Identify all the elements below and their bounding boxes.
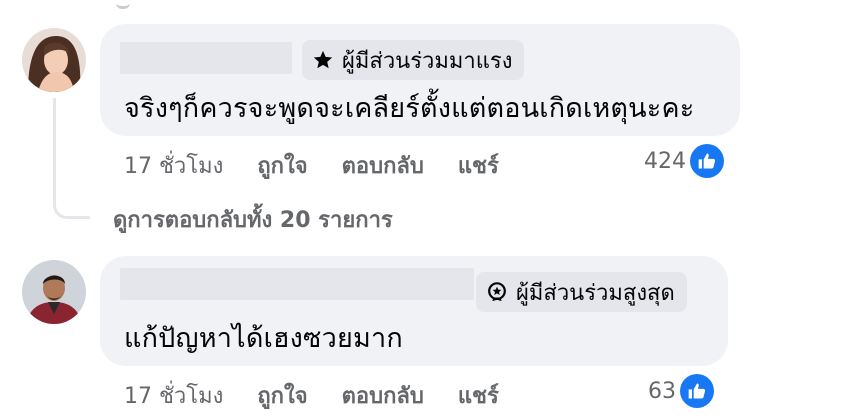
comment-timestamp[interactable]: 17 ชั่วโมง <box>124 148 223 183</box>
avatar[interactable] <box>22 28 86 92</box>
avatar-photo <box>22 260 86 324</box>
avatar[interactable] <box>22 260 86 324</box>
star-icon <box>313 50 333 69</box>
share-button[interactable]: แชร์ <box>458 378 499 413</box>
view-replies-link[interactable]: ดูการตอบกลับทั้ง 20 รายการ <box>113 202 393 237</box>
comment-text: จริงๆก็ควรจะพูดจะเคลียร์ตั้งแต่ตอนเกิดเห… <box>124 93 695 124</box>
reaction-summary[interactable]: 424 <box>644 144 724 178</box>
badge-label: ผู้มีส่วนร่วมมาแรง <box>342 48 513 74</box>
commenter-name-redacted[interactable] <box>120 42 292 74</box>
comment-actions: 17 ชั่วโมง ถูกใจ ตอบกลับ แชร์ <box>124 148 533 183</box>
reply-button[interactable]: ตอบกลับ <box>342 378 424 413</box>
comment-text: แก้ปัญหาได้เฮงซวยมาก <box>124 323 403 354</box>
reaction-count: 63 <box>648 378 676 404</box>
rising-fan-badge[interactable]: ผู้มีส่วนร่วมมาแรง <box>302 40 525 80</box>
badge-label: ผู้มีส่วนร่วมสูงสุด <box>516 280 675 306</box>
comment-actions: 17 ชั่วโมง ถูกใจ ตอบกลับ แชร์ <box>124 378 533 413</box>
reply-button[interactable]: ตอบกลับ <box>342 148 424 183</box>
share-button[interactable]: แชร์ <box>458 148 499 183</box>
avatar-photo <box>22 28 86 92</box>
reaction-summary[interactable]: 63 <box>648 374 714 408</box>
previous-thread-line <box>116 0 130 9</box>
reaction-count: 424 <box>644 148 686 174</box>
like-reaction-icon <box>680 374 714 408</box>
top-fan-badge[interactable]: ผู้มีส่วนร่วมสูงสุด <box>476 272 687 312</box>
reply-thread-line <box>53 98 90 219</box>
like-button[interactable]: ถูกใจ <box>257 148 307 183</box>
like-button[interactable]: ถูกใจ <box>257 378 307 413</box>
comment-bubble: ผู้มีส่วนร่วมสูงสุด แก้ปัญหาได้เฮงซวยมาก <box>100 256 728 366</box>
comment-timestamp[interactable]: 17 ชั่วโมง <box>124 378 223 413</box>
top-fan-medal-icon <box>488 282 506 302</box>
comment-bubble: ผู้มีส่วนร่วมมาแรง จริงๆก็ควรจะพูดจะเคลี… <box>100 24 740 136</box>
commenter-name-redacted[interactable] <box>120 268 474 300</box>
like-reaction-icon <box>690 144 724 178</box>
